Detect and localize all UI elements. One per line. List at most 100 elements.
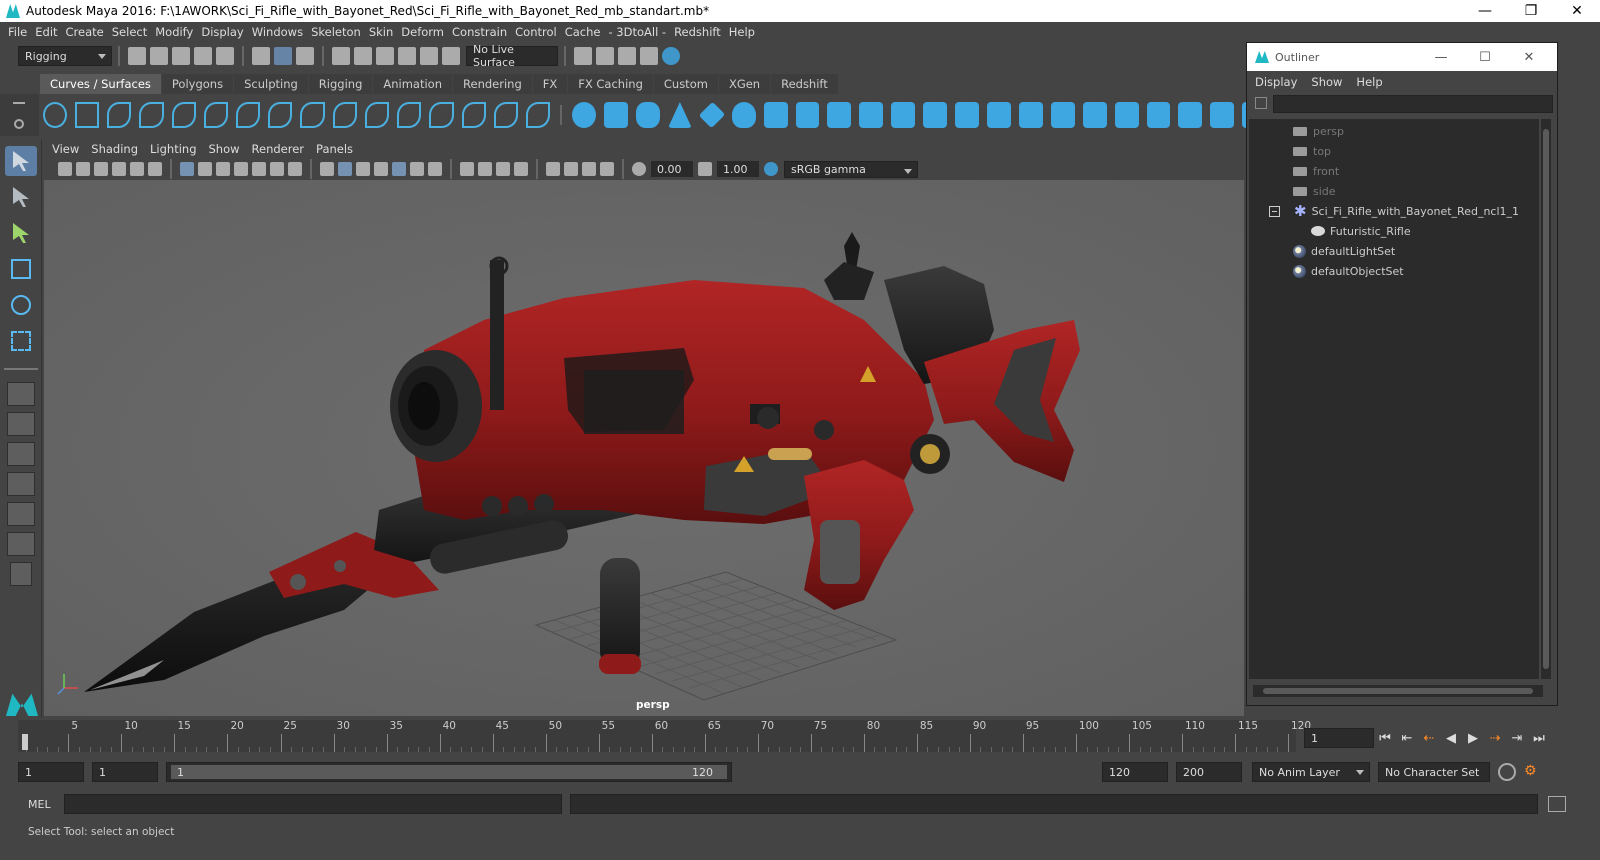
tree-item-default-object-set[interactable]: defaultObjectSet [1293,261,1404,281]
new-scene-icon[interactable] [128,47,146,65]
outliner-maximize-button[interactable]: ☐ [1463,43,1507,71]
save-scene-icon[interactable] [172,47,190,65]
range-bar-handle[interactable] [171,765,727,779]
menu-create[interactable]: Create [66,25,112,39]
shelf-tab-fx-caching[interactable]: FX Caching [568,74,653,94]
tree-item-rifle-group[interactable]: ✱ Sci_Fi_Rifle_with_Bayonet_Red_ncl1_1 [1269,201,1519,221]
shelf-tab-animation[interactable]: Animation [373,74,453,94]
layout-persp-graph[interactable] [7,472,35,496]
snap-curve-icon[interactable] [354,47,372,65]
scrollbar-thumb[interactable] [1543,129,1549,669]
vp-menu-show[interactable]: Show [209,142,240,156]
rebuild-surface-icon[interactable] [1146,102,1171,128]
xray-icon[interactable] [564,162,578,176]
xray-components-icon[interactable] [600,162,614,176]
render-settings-icon[interactable] [640,47,658,65]
untrim-icon[interactable] [1114,102,1139,128]
shelf-tab-rigging[interactable]: Rigging [308,74,373,94]
shadows-icon[interactable] [428,162,442,176]
script-editor-icon[interactable] [1548,796,1566,812]
project-curve-icon[interactable] [1018,102,1043,128]
time-slider[interactable]: 1 51015202530354045505560657075808590951… [18,720,1311,752]
outliner-vertical-scrollbar[interactable] [1541,119,1551,679]
nurbs-cone-icon[interactable] [667,102,692,128]
ipr-render-icon[interactable] [618,47,636,65]
screen-space-ao-icon[interactable] [460,162,474,176]
grid-icon[interactable] [180,162,194,176]
playback-start-field[interactable]: 1 [92,762,158,782]
menu-redshift[interactable]: Redshift [674,25,729,39]
scrollbar-thumb[interactable] [1263,688,1533,694]
scale-tool[interactable] [5,326,37,356]
make-live-icon[interactable] [442,47,460,65]
square-surface-icon[interactable] [986,102,1011,128]
menu-control[interactable]: Control [515,25,565,39]
tree-item-default-light-set[interactable]: defaultLightSet [1293,241,1395,261]
menu-help[interactable]: Help [729,25,763,39]
outliner-menu-display[interactable]: Display [1255,75,1297,89]
vp-menu-lighting[interactable]: Lighting [150,142,196,156]
exposure-field[interactable]: 0.00 [651,161,693,177]
menu-set-dropdown[interactable]: Rigging [18,46,112,66]
menu-skin[interactable]: Skin [369,25,401,39]
menu-edit[interactable]: Edit [35,25,65,39]
menu-constrain[interactable]: Constrain [452,25,515,39]
anti-aliasing-icon[interactable] [496,162,510,176]
intersect-icon[interactable] [1050,102,1075,128]
play-backwards-icon[interactable]: ◀ [1440,728,1462,748]
character-set-dropdown[interactable]: No Character Set [1378,762,1490,782]
grease-pencil-icon[interactable] [148,162,162,176]
nurbs-torus-icon[interactable] [731,102,756,128]
layout-more-button[interactable] [10,562,32,586]
minimize-button[interactable]: — [1462,0,1508,22]
shelf-settings-icon[interactable] [14,118,25,129]
camera-select-icon[interactable] [58,162,72,176]
extrude-icon[interactable] [859,102,884,128]
play-forwards-icon[interactable]: ▶ [1462,728,1484,748]
film-gate-icon[interactable] [198,162,212,176]
filter-icon[interactable] [1255,97,1267,109]
select-component-icon[interactable] [296,47,314,65]
anim-layer-dropdown[interactable]: No Anim Layer [1252,762,1370,782]
paint-select-tool[interactable] [5,218,37,248]
xray-joints-icon[interactable] [582,162,596,176]
shelf-tab-fx[interactable]: FX [532,74,568,94]
nurbs-plane-icon[interactable] [698,101,726,129]
camera-attributes-icon[interactable] [76,162,90,176]
resolution-gate-icon[interactable] [216,162,230,176]
extend-curve-icon[interactable] [364,102,390,128]
image-plane-icon[interactable] [112,162,126,176]
menu-cache[interactable]: Cache [565,25,609,39]
depth-of-field-icon[interactable] [514,162,528,176]
curve-editing-icon[interactable] [493,102,519,128]
menu-3dtoall[interactable]: - 3DtoAll - [608,25,674,39]
shelf-tab-curves-surfaces[interactable]: Curves / Surfaces [40,74,161,94]
lasso-tool[interactable] [5,182,37,212]
snap-projected-icon[interactable] [398,47,416,65]
render-current-icon[interactable] [596,47,614,65]
go-to-end-icon[interactable]: ⏭ [1528,728,1550,748]
start-time-field[interactable]: 1 [18,762,84,782]
menu-display[interactable]: Display [201,25,251,39]
menu-skeleton[interactable]: Skeleton [311,25,369,39]
rotate-tool[interactable] [5,290,37,320]
outliner-menu-show[interactable]: Show [1311,75,1342,89]
loft-icon[interactable] [795,102,820,128]
menu-windows[interactable]: Windows [252,25,311,39]
boundary-icon[interactable] [955,102,979,128]
offset-curve-icon[interactable] [397,102,422,128]
surface-editing-icon[interactable] [1210,102,1235,128]
hypershade-icon[interactable] [662,47,680,65]
add-points-icon[interactable] [461,102,486,128]
layout-single-perspective[interactable] [7,382,35,406]
close-button[interactable]: ✕ [1554,0,1600,22]
menu-deform[interactable]: Deform [401,25,452,39]
outliner-horizontal-scrollbar[interactable] [1253,685,1543,697]
snap-grid-icon[interactable] [332,47,350,65]
outliner-minimize-button[interactable]: — [1419,43,1463,71]
outliner-close-button[interactable]: ✕ [1507,43,1551,71]
snap-view-plane-icon[interactable] [420,47,438,65]
exposure-icon[interactable] [632,162,646,176]
gate-mask-icon[interactable] [234,162,248,176]
arc-icon[interactable] [236,102,261,128]
